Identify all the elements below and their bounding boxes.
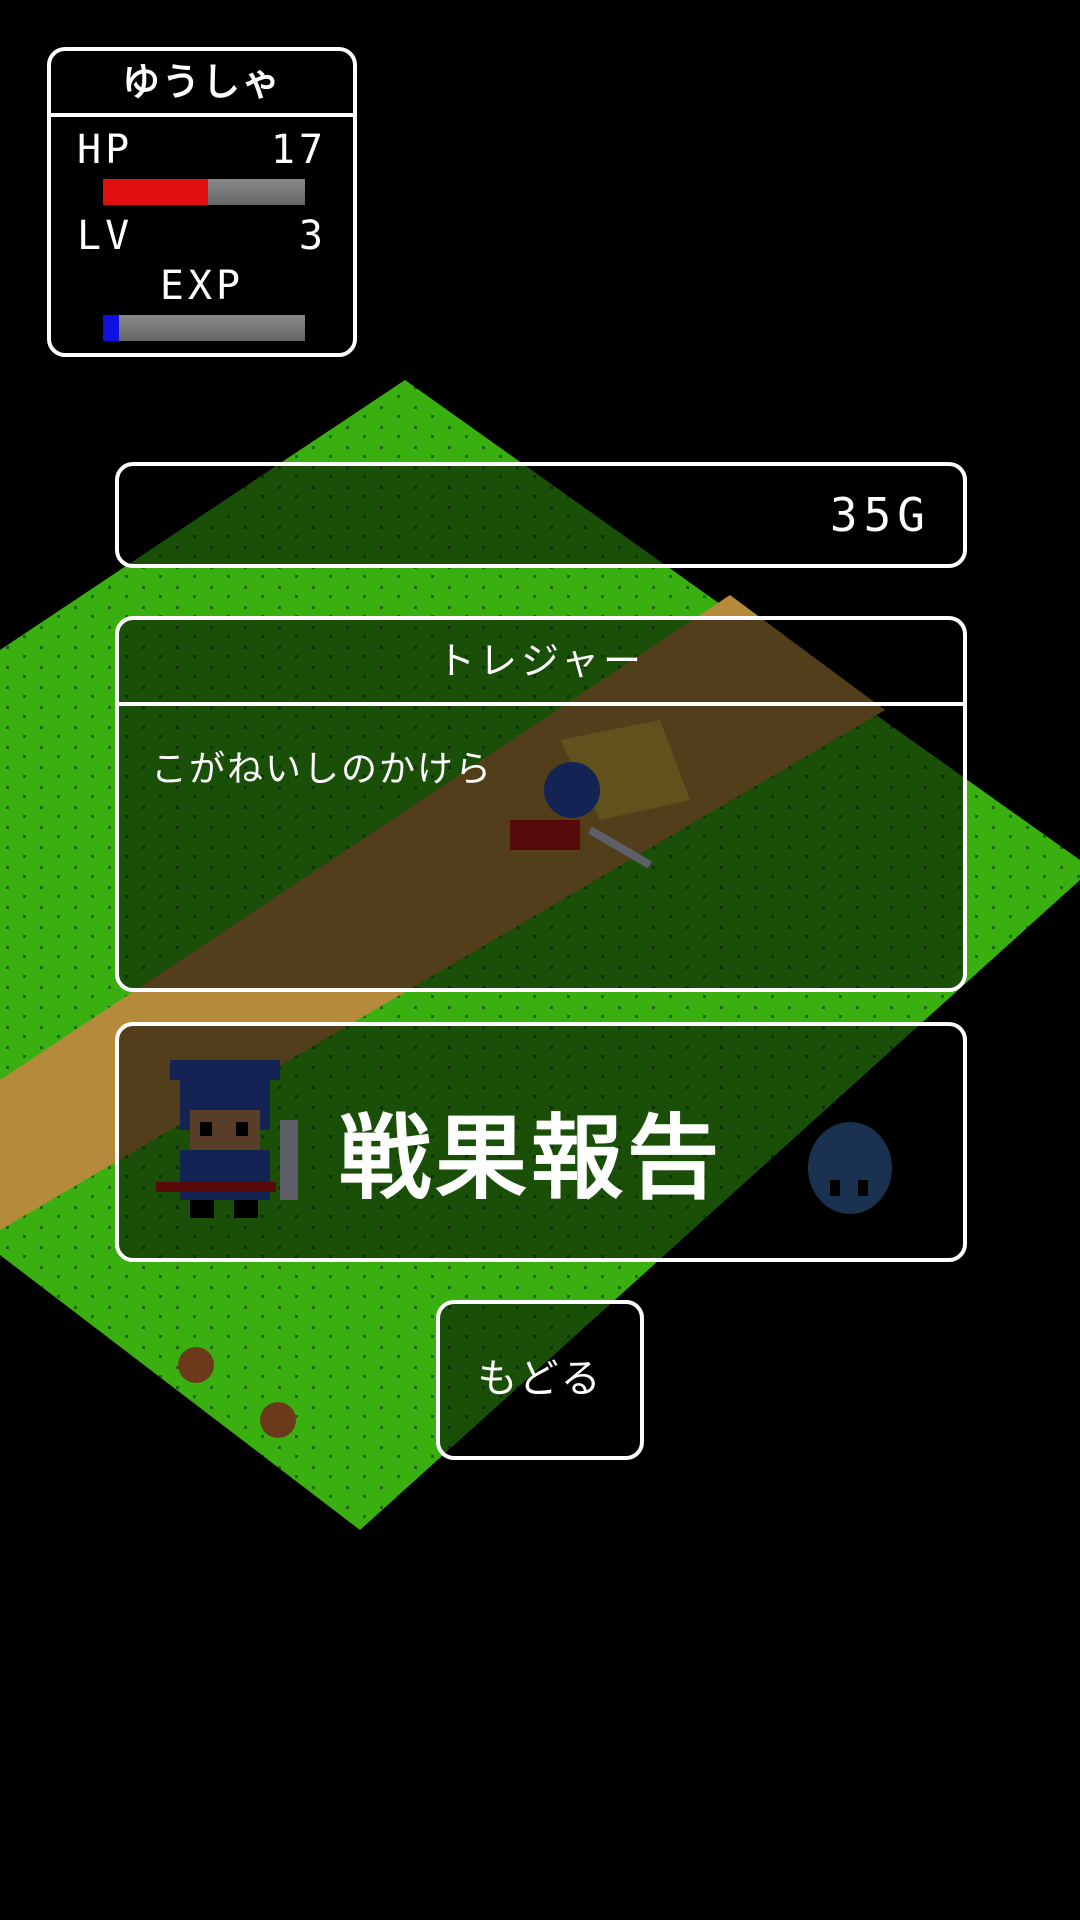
back-button[interactable]: もどる	[436, 1300, 644, 1460]
lv-row: LV 3	[77, 213, 327, 259]
exp-bar	[103, 315, 305, 341]
hp-label: HP	[77, 127, 134, 173]
hp-value: 17	[270, 127, 327, 173]
hp-bar-fill	[103, 179, 209, 205]
battle-report-title: 戦果報告	[339, 1105, 724, 1212]
treasure-heading: トレジャー	[119, 620, 963, 706]
gold-panel: 35G	[115, 462, 967, 568]
treasure-panel: トレジャー こがねいしのかけら	[115, 616, 967, 992]
hero-name: ゆうしゃ	[51, 51, 353, 117]
status-panel: ゆうしゃ HP 17 LV 3 EXP	[47, 47, 357, 357]
hp-bar	[103, 179, 305, 205]
battle-report-panel: 戦果報告	[115, 1022, 967, 1262]
exp-label: EXP	[159, 263, 245, 309]
treasure-item: こがねいしのかけら	[151, 749, 494, 790]
lv-label: LV	[77, 213, 134, 259]
exp-bar-fill	[103, 315, 120, 341]
lv-value: 3	[298, 213, 327, 259]
hp-row: HP 17	[77, 127, 327, 173]
gold-amount: 35G	[829, 488, 931, 542]
